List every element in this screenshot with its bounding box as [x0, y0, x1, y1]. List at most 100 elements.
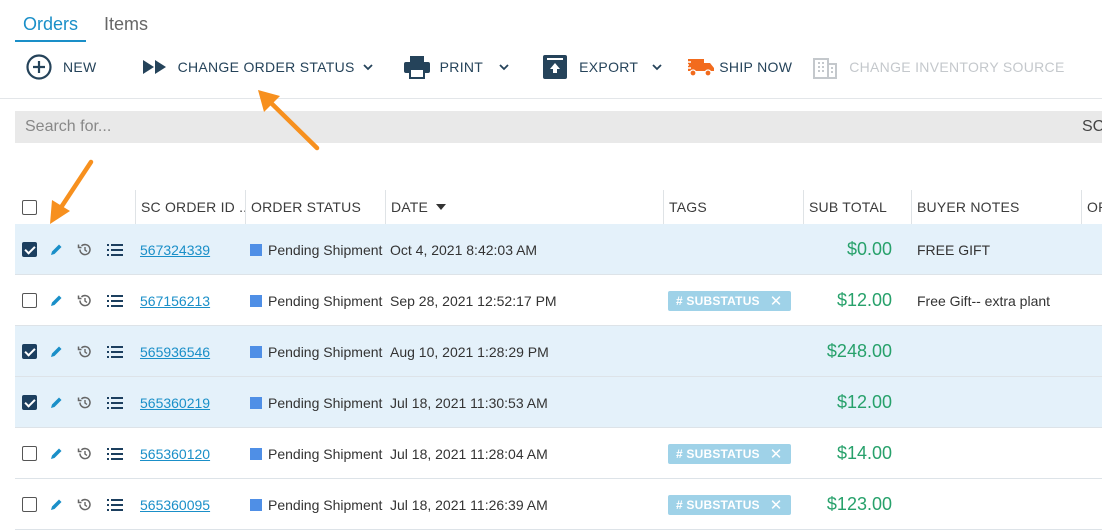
order-status-cell: Pending Shipment — [250, 326, 400, 377]
row-select-cell — [22, 224, 37, 275]
substatus-tag-label: # SUBSTATUS — [676, 497, 760, 512]
fast-forward-icon — [142, 60, 167, 74]
status-color-swatch — [250, 396, 262, 409]
sub-total: $0.00 — [846, 239, 892, 259]
close-icon[interactable]: ✕ — [770, 445, 783, 463]
annotation-arrow-checkbox — [50, 159, 94, 224]
row-checkbox[interactable] — [22, 497, 37, 512]
status-color-swatch — [250, 243, 262, 256]
row-select-cell — [22, 479, 37, 530]
select-all-checkbox[interactable] — [22, 199, 37, 215]
history-icon[interactable] — [77, 428, 92, 479]
search-scope-label[interactable]: SC — [1082, 118, 1102, 136]
order-status-text: Pending Shipment — [268, 241, 383, 258]
list-icon[interactable] — [107, 479, 123, 530]
order-date: Sep 28, 2021 12:52:17 PM — [390, 292, 557, 309]
history-icon[interactable] — [77, 326, 92, 377]
order-status-text: Pending Shipment — [268, 496, 383, 513]
order-id-link[interactable]: 565360120 — [140, 428, 210, 479]
new-label: NEW — [63, 59, 97, 75]
row-select-cell — [22, 428, 37, 479]
list-icon[interactable] — [107, 275, 123, 326]
row-checkbox[interactable] — [22, 344, 37, 359]
change-inventory-source-button[interactable]: CHANGE INVENTORY SOURCE — [812, 46, 1064, 88]
tab-orders[interactable]: Orders — [15, 0, 87, 42]
pencil-icon[interactable] — [50, 428, 63, 479]
tab-items[interactable]: Items — [96, 0, 156, 42]
order-date: Jul 18, 2021 11:30:53 AM — [390, 394, 548, 411]
close-icon[interactable]: ✕ — [770, 292, 783, 310]
buyer-notes: FREE GIFT — [917, 241, 991, 258]
order-status-cell: Pending Shipment — [250, 224, 400, 275]
column-header-order-status[interactable]: ORDER STATUS — [245, 190, 385, 224]
history-icon[interactable] — [77, 479, 92, 530]
column-header-more[interactable]: OR — [1081, 190, 1102, 224]
pencil-icon[interactable] — [50, 326, 63, 377]
row-checkbox[interactable] — [22, 395, 37, 410]
toolbar-divider-line — [0, 98, 1102, 99]
order-status-text: Pending Shipment — [268, 445, 383, 462]
order-date: Jul 18, 2021 11:26:39 AM — [390, 496, 548, 513]
pencil-icon[interactable] — [50, 377, 63, 428]
sub-total: $123.00 — [826, 494, 892, 514]
order-status-text: Pending Shipment — [268, 394, 383, 411]
sub-total: $14.00 — [836, 443, 892, 463]
status-color-swatch — [250, 498, 262, 511]
sub-total: $12.00 — [836, 392, 892, 412]
row-checkbox[interactable] — [22, 446, 37, 461]
delivery-truck-icon — [684, 56, 716, 78]
row-checkbox[interactable] — [22, 242, 37, 257]
table-row[interactable]: 565360120 Pending Shipment Jul 18, 2021 11… — [15, 428, 1102, 479]
order-id-text: 565360219 — [140, 394, 211, 411]
list-icon[interactable] — [107, 377, 123, 428]
column-header-sub-total[interactable]: SUB TOTAL — [803, 190, 911, 224]
ship-now-button[interactable]: SHIP NOW — [684, 46, 792, 88]
order-id-link[interactable]: 567324339 — [140, 224, 210, 275]
column-header-buyer-notes[interactable]: BUYER NOTES — [911, 190, 1081, 224]
substatus-tag[interactable]: # SUBSTATUS ✕ — [668, 290, 791, 311]
order-status-text: Pending Shipment — [268, 343, 383, 360]
order-id-text: 567156213 — [140, 292, 211, 309]
substatus-tag[interactable]: # SUBSTATUS ✕ — [668, 443, 791, 464]
chevron-down-icon — [652, 63, 662, 71]
order-id-text: 565936546 — [140, 343, 211, 360]
column-header-date[interactable]: DATE — [385, 190, 663, 224]
new-button[interactable]: NEW — [26, 46, 97, 88]
print-button[interactable]: PRINT — [403, 46, 510, 88]
table-row[interactable]: 567156213 Pending Shipment Sep 28, 2021 12… — [15, 275, 1102, 326]
tag-cell: # SUBSTATUS ✕ — [668, 428, 791, 479]
list-icon[interactable] — [107, 326, 123, 377]
close-icon[interactable]: ✕ — [770, 496, 783, 514]
order-date: Jul 18, 2021 11:28:04 AM — [390, 445, 548, 462]
chevron-down-icon — [499, 63, 509, 71]
table-header: SC ORDER ID ... ORDER STATUS DATE TAGS S… — [15, 190, 1102, 224]
list-icon[interactable] — [107, 428, 123, 479]
pencil-icon[interactable] — [50, 479, 63, 530]
change-order-status-button[interactable]: CHANGE ORDER STATUS — [142, 46, 373, 88]
table-row[interactable]: 567324339 Pending Shipment Oct 4, 2021 8:4… — [15, 224, 1102, 275]
order-id-text: 565360120 — [140, 445, 211, 462]
search-input[interactable] — [15, 111, 1102, 143]
history-icon[interactable] — [77, 377, 92, 428]
list-icon[interactable] — [107, 224, 123, 275]
substatus-tag[interactable]: # SUBSTATUS ✕ — [668, 494, 791, 515]
table-row[interactable]: 565936546 Pending Shipment Aug 10, 2021 1:… — [15, 326, 1102, 377]
column-header-order-id[interactable]: SC ORDER ID ... — [135, 190, 245, 224]
row-select-cell — [22, 377, 37, 428]
column-header-tags[interactable]: TAGS — [663, 190, 803, 224]
pencil-icon[interactable] — [50, 224, 63, 275]
export-button[interactable]: EXPORT — [542, 46, 662, 88]
row-checkbox[interactable] — [22, 293, 37, 308]
order-id-link[interactable]: 567156213 — [140, 275, 210, 326]
table-row[interactable]: 565360095 Pending Shipment Jul 18, 2021 11… — [15, 479, 1102, 530]
table-row[interactable]: 565360219 Pending Shipment Jul 18, 2021 11… — [15, 377, 1102, 428]
order-date: Oct 4, 2021 8:42:03 AM — [390, 241, 538, 258]
order-id-link[interactable]: 565360219 — [140, 377, 210, 428]
order-id-link[interactable]: 565360095 — [140, 479, 210, 530]
order-id-link[interactable]: 565936546 — [140, 326, 210, 377]
history-icon[interactable] — [77, 224, 92, 275]
order-id-text: 565360095 — [140, 496, 211, 513]
history-icon[interactable] — [77, 275, 92, 326]
change-inventory-source-label: CHANGE INVENTORY SOURCE — [849, 59, 1065, 75]
pencil-icon[interactable] — [50, 275, 63, 326]
